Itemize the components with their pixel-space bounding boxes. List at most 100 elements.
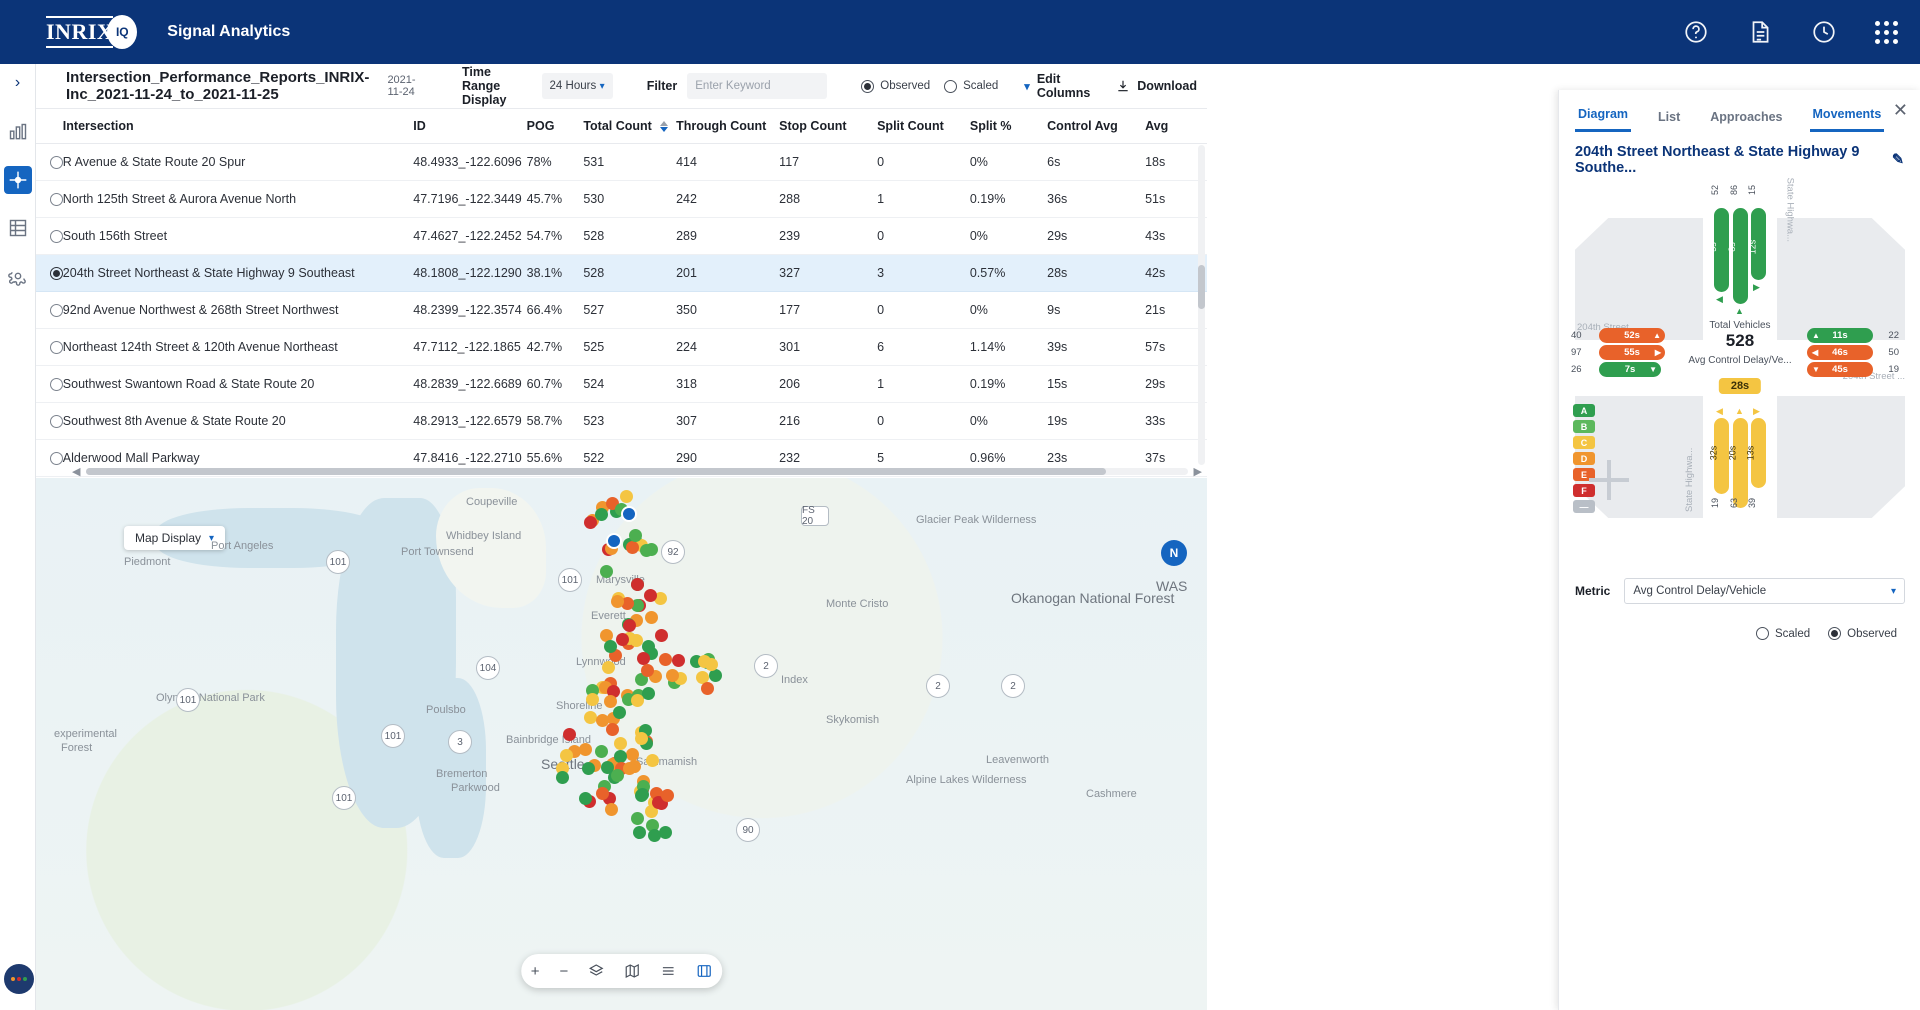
map-intersection-marker[interactable] [658, 825, 672, 839]
th-id[interactable]: ID [413, 109, 527, 144]
north-lane-bar[interactable]: 8s [1727, 208, 1748, 304]
map-intersection-marker[interactable] [636, 787, 650, 801]
table-row[interactable]: Northeast 124th Street & 120th Avenue No… [36, 328, 1207, 366]
table-vertical-scrollbar[interactable] [1198, 145, 1205, 465]
table-row[interactable]: North 125th Street & Aurora Avenue North… [36, 180, 1207, 218]
legend-icon[interactable] [660, 963, 676, 979]
map-intersection-marker[interactable] [604, 694, 618, 708]
east-movement-pill[interactable]: 45s ▼ [1807, 362, 1873, 377]
download-button[interactable]: Download [1116, 79, 1197, 93]
map-selected-marker[interactable] [606, 533, 622, 549]
scroll-thumb[interactable] [1198, 265, 1205, 309]
tab-movements[interactable]: Movements [1809, 107, 1885, 132]
th-through-count[interactable]: Through Count [676, 109, 780, 144]
table-horizontal-scrollbar[interactable]: ◀ ▶ [72, 464, 1202, 478]
th-intersection[interactable]: Intersection [62, 109, 414, 144]
north-lane-bar[interactable]: 12s [1747, 208, 1766, 280]
th-avg[interactable]: Avg [1145, 109, 1207, 144]
map-intersection-marker[interactable] [559, 749, 573, 763]
table-row[interactable]: 204th Street Northeast & State Highway 9… [36, 254, 1207, 292]
map-style-icon[interactable] [624, 963, 640, 979]
map-intersection-marker[interactable] [604, 803, 618, 817]
row-select-radio[interactable] [36, 439, 63, 477]
radio-icon[interactable] [50, 229, 63, 243]
radio-icon[interactable] [50, 377, 63, 391]
west-movement-pill[interactable]: 52s ▲ [1599, 328, 1665, 343]
map-intersection-marker[interactable] [665, 669, 679, 683]
tab-approaches[interactable]: Approaches [1707, 110, 1785, 132]
south-lane-bar[interactable]: 20s [1727, 418, 1748, 508]
east-movement-pill[interactable]: 11s ▲ [1807, 328, 1873, 343]
map-intersection-marker[interactable] [630, 694, 644, 708]
east-movement-pill[interactable]: 46s ◀ [1807, 345, 1873, 360]
scroll-right-arrow[interactable]: ▶ [1194, 465, 1202, 478]
intersection-diagram[interactable]: 204th Street ... State Highwa... 204th S… [1559, 178, 1920, 640]
map-intersection-marker[interactable] [645, 754, 659, 768]
table-row[interactable]: 92nd Avenue Northwest & 268th Street Nor… [36, 291, 1207, 329]
th-pog[interactable]: POG [526, 109, 584, 144]
radio-icon[interactable] [50, 451, 63, 465]
radio-icon[interactable] [50, 266, 63, 280]
tab-list[interactable]: List [1655, 110, 1683, 132]
map-intersection-marker[interactable] [636, 651, 650, 665]
sidebar-item-settings[interactable] [4, 262, 32, 290]
map-intersection-marker[interactable] [614, 749, 628, 763]
row-select-radio[interactable] [36, 180, 63, 218]
tab-diagram[interactable]: Diagram [1575, 107, 1632, 132]
edit-pencil-icon[interactable]: ✎ [1892, 152, 1904, 168]
map-intersection-marker[interactable] [644, 611, 658, 625]
close-panel-icon[interactable]: ✕ [1893, 100, 1908, 121]
los-legend-item[interactable]: C [1573, 436, 1595, 449]
map-intersection-marker[interactable] [654, 628, 668, 642]
west-movement-pill[interactable]: 55s ▶ [1599, 345, 1665, 360]
los-legend-item[interactable]: A [1573, 404, 1595, 417]
radio-icon[interactable] [50, 414, 63, 428]
th-stop-count[interactable]: Stop Count [779, 109, 878, 144]
map-intersection-marker[interactable] [630, 811, 644, 825]
radio-icon[interactable] [50, 192, 63, 206]
scaled-radio[interactable]: Scaled [944, 79, 998, 93]
th-total-count[interactable]: Total Count [583, 109, 677, 144]
row-select-radio[interactable] [36, 291, 63, 329]
scroll-left-arrow[interactable]: ◀ [72, 465, 80, 478]
table-row[interactable]: Southwest 8th Avenue & State Route 20 48.… [36, 402, 1207, 440]
panel-scaled-radio[interactable]: Scaled [1755, 627, 1810, 640]
map-intersection-marker[interactable] [671, 654, 685, 668]
th-control-avg[interactable]: Control Avg [1047, 109, 1146, 144]
table-row[interactable]: Southwest Swantown Road & State Route 20… [36, 365, 1207, 403]
th-split-pct[interactable]: Split % [969, 109, 1048, 144]
south-lane-bar[interactable]: 13s [1745, 418, 1766, 488]
map-intersection-marker[interactable] [611, 594, 625, 608]
los-legend-item[interactable]: — [1573, 500, 1595, 513]
map-intersection-marker[interactable] [628, 529, 642, 543]
map-intersection-marker[interactable] [594, 744, 608, 758]
map-intersection-marker[interactable] [578, 791, 592, 805]
hscroll-thumb[interactable] [86, 467, 1107, 475]
row-select-radio[interactable] [36, 254, 63, 292]
map-intersection-marker[interactable] [612, 706, 626, 720]
edit-columns-button[interactable]: ▾ Edit Columns [1024, 72, 1090, 100]
radio-icon[interactable] [50, 303, 63, 317]
row-select-radio[interactable] [36, 402, 63, 440]
metric-select[interactable]: Avg Control Delay/Vehicle ▾ [1624, 578, 1905, 604]
map-intersection-marker[interactable] [623, 761, 637, 775]
assistant-launcher[interactable] [4, 964, 34, 994]
west-movement-pill[interactable]: 7s ▼ [1599, 362, 1661, 377]
map-intersection-marker[interactable] [562, 728, 576, 742]
apps-grid-icon[interactable] [1875, 20, 1898, 44]
observed-radio[interactable]: Observed [861, 79, 930, 93]
map-view[interactable]: Map Display ▾ N Coupeville Whidbey Island… [36, 478, 1207, 1010]
document-icon[interactable] [1747, 19, 1773, 45]
compass-north-button[interactable]: N [1161, 540, 1187, 566]
help-icon[interactable] [1683, 19, 1709, 45]
map-intersection-marker[interactable] [603, 639, 617, 653]
zoom-out-button[interactable]: − [560, 963, 569, 980]
map-intersection-marker[interactable] [641, 639, 655, 653]
expand-sidebar-button[interactable]: › [15, 74, 20, 92]
hscroll-track[interactable] [86, 467, 1188, 475]
radio-icon[interactable] [50, 155, 63, 169]
map-display-button[interactable]: Map Display ▾ [124, 526, 226, 550]
map-intersection-marker[interactable] [578, 743, 592, 757]
table-row[interactable]: South 156th Street 47.4627_-122.2452 54.7%… [36, 217, 1207, 255]
th-split-count[interactable]: Split Count [877, 109, 970, 144]
